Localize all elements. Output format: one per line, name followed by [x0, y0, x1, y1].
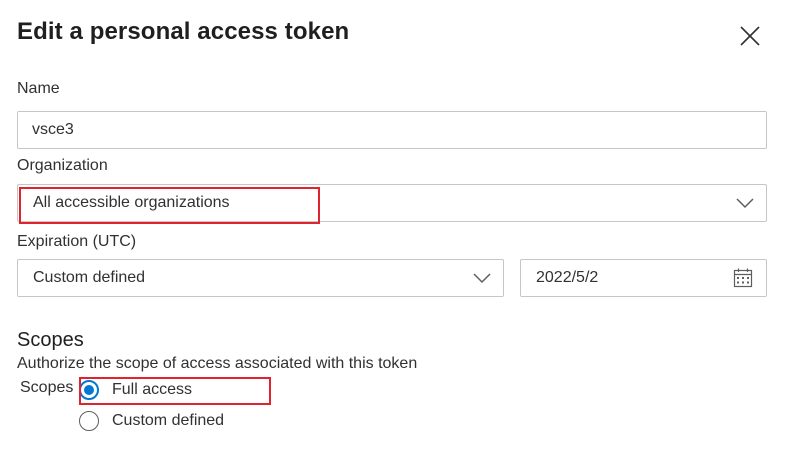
close-icon — [740, 26, 760, 46]
expiration-date-value: 2022/5/2 — [536, 269, 599, 286]
name-input[interactable] — [32, 112, 732, 148]
organization-selected-value: All accessible organizations — [33, 194, 230, 211]
chevron-down-icon — [736, 198, 754, 209]
organization-label: Organization — [17, 157, 108, 174]
name-field-box — [17, 111, 767, 149]
radio-button-unchecked[interactable] — [79, 411, 99, 431]
radio-label-full-access: Full access — [112, 381, 193, 398]
calendar-icon[interactable] — [733, 268, 753, 288]
organization-dropdown[interactable]: All accessible organizations — [17, 184, 767, 222]
name-label: Name — [17, 80, 60, 97]
chevron-down-icon — [473, 273, 491, 284]
scopes-description: Authorize the scope of access associated… — [17, 355, 418, 372]
radio-button-checked[interactable] — [79, 380, 99, 400]
edit-token-dialog: Edit a personal access token Name Organi… — [0, 0, 787, 470]
scopes-group-label: Scopes — [20, 379, 74, 396]
dialog-title: Edit a personal access token — [17, 18, 350, 45]
scopes-heading: Scopes — [17, 329, 84, 351]
expiration-date-picker[interactable]: 2022/5/2 — [520, 259, 767, 297]
expiration-dropdown[interactable]: Custom defined — [17, 259, 504, 297]
radio-label-custom-defined: Custom defined — [112, 412, 225, 429]
expiration-selected-value: Custom defined — [33, 269, 146, 286]
expiration-label: Expiration (UTC) — [17, 233, 137, 250]
close-button[interactable] — [736, 22, 764, 50]
